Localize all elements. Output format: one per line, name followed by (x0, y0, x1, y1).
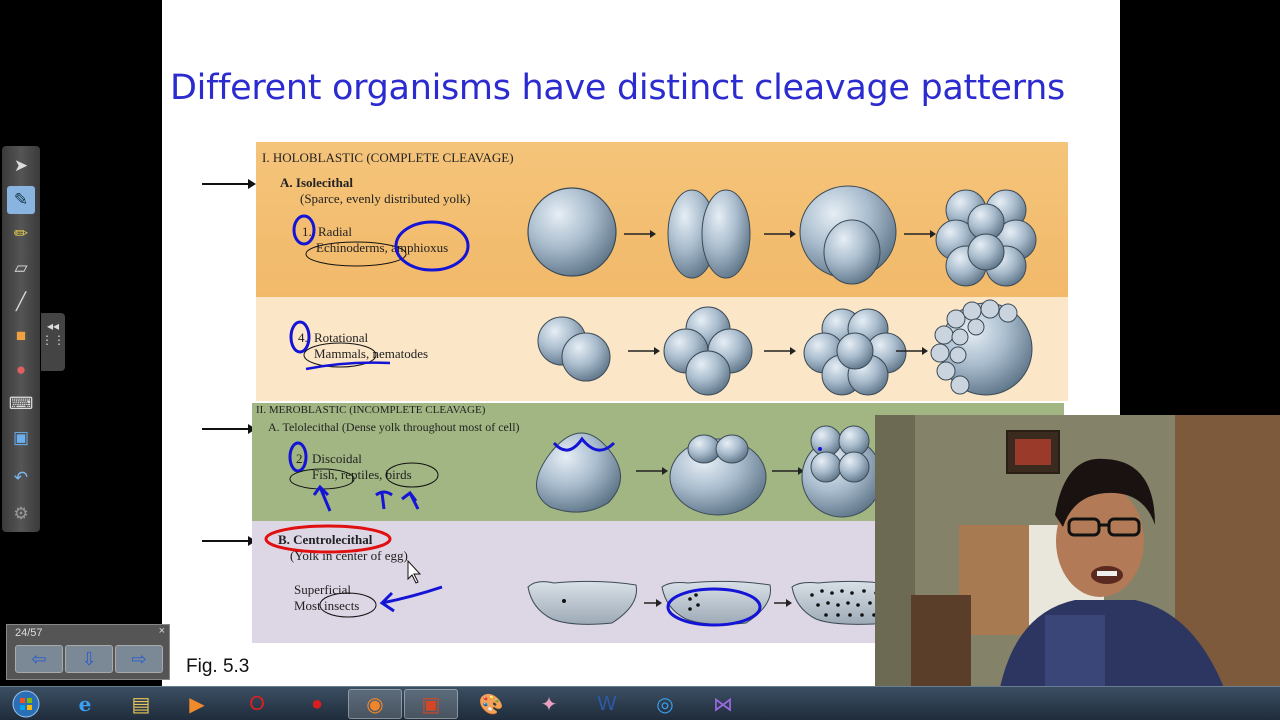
opera-icon[interactable]: O (230, 689, 284, 719)
next-page-button[interactable]: ⇨ (115, 645, 163, 673)
undo-icon[interactable]: ↶ (7, 464, 35, 492)
word-icon[interactable]: W (580, 689, 634, 719)
keyboard-icon[interactable]: ⌨ (7, 390, 35, 418)
shapes-icon[interactable]: ■ (7, 322, 35, 350)
ink-toolbar: ➤ ✎ ✏ ▱ ╱ ■ ● ⌨ ▣ ↶ ⚙ (2, 146, 40, 532)
paint-icon[interactable]: 🎨 (464, 689, 518, 719)
line-icon[interactable]: ╱ (7, 288, 35, 316)
camera-app-icon[interactable]: ◎ (638, 689, 692, 719)
firefox-icon[interactable]: ◉ (348, 689, 402, 719)
character-app-icon[interactable]: ✦ (522, 689, 576, 719)
screen: Different organisms have distinct cleava… (0, 0, 1280, 720)
holoblastic-rotational-panel: 4. Rotational Mammals, nematodes (256, 297, 1068, 401)
figure-label: Fig. 5.3 (186, 656, 250, 677)
pointer-arrow (202, 179, 256, 189)
red-app-icon[interactable]: ● (290, 689, 344, 719)
slide-title: Different organisms have distinct cleava… (170, 68, 1065, 108)
holoblastic-radial-panel: I. HOLOBLASTIC (COMPLETE CLEAVAGE) A. Is… (256, 142, 1068, 297)
eraser-icon[interactable]: ▱ (7, 254, 35, 282)
powerpoint-icon[interactable]: ▣ (404, 689, 458, 719)
internet-explorer-icon[interactable]: e (58, 689, 112, 719)
media-player-icon[interactable]: ▶ (170, 689, 224, 719)
presenter-video (875, 415, 1280, 720)
page-counter: 24/57 (15, 627, 43, 639)
start-orb-icon[interactable] (0, 689, 52, 719)
rotational-cleavage-diagram (289, 299, 1033, 396)
close-icon[interactable]: × (159, 625, 165, 637)
windows-taskbar: e ▤ ▶ O ● ◉ ▣ 🎨 ✦ W ◎ ⋈ (0, 686, 1280, 720)
pointer-arrow (202, 536, 256, 546)
settings-icon[interactable]: ⚙ (7, 500, 35, 528)
radial-cleavage-diagram (292, 185, 1037, 287)
pointer-arrow (202, 424, 256, 434)
magic-pen-icon[interactable]: ● (7, 356, 35, 384)
file-explorer-icon[interactable]: ▤ (114, 689, 168, 719)
page-navigator: 24/57 × ⇦ ⇩ ⇨ (6, 624, 170, 680)
previous-page-button[interactable]: ⇦ (15, 645, 63, 673)
screen-capture-icon[interactable]: ▣ (7, 424, 35, 452)
select-arrow-icon[interactable]: ➤ (7, 152, 35, 180)
pen-icon[interactable]: ✎ (7, 186, 35, 214)
page-sorter-button[interactable]: ⇩ (65, 645, 113, 673)
visual-studio-icon[interactable]: ⋈ (696, 689, 750, 719)
toolbar-collapse-handle[interactable]: ◂◂ ⋮⋮ (41, 313, 65, 371)
highlighter-icon[interactable]: ✏ (7, 220, 35, 248)
webcam-overlay (875, 415, 1280, 720)
